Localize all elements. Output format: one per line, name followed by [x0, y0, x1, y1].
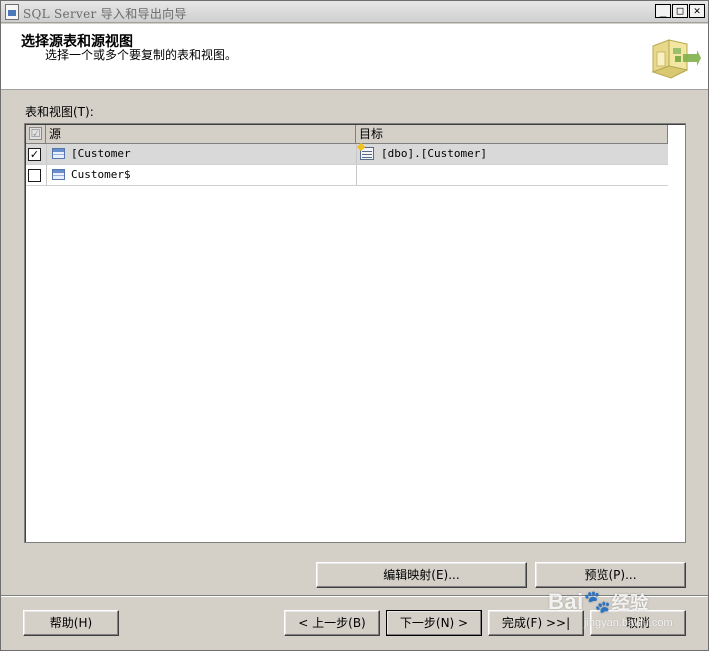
target-name: [dbo].[Customer] — [381, 147, 487, 160]
preview-button[interactable]: 预览(P)... — [535, 562, 686, 588]
source-name: [Customer — [71, 147, 131, 160]
target-cell[interactable] — [356, 165, 668, 185]
column-header-source[interactable]: 源 — [46, 125, 356, 143]
next-button[interactable]: 下一步(N) > — [386, 610, 482, 636]
close-button[interactable]: ✕ — [689, 4, 705, 18]
source-cell[interactable]: [Customer — [46, 144, 356, 164]
baidu-watermark-logo: Bai🐾经验 — [548, 589, 649, 615]
paw-icon: 🐾 — [583, 589, 612, 614]
new-table-icon — [360, 147, 374, 160]
watermark-url: jingyan.baidu.com — [584, 617, 673, 629]
watermark-brand: Bai — [548, 589, 584, 614]
select-all-checkbox[interactable]: ☑ — [29, 127, 42, 140]
page-subtitle: 选择一个或多个要复制的表和视图。 — [45, 48, 238, 62]
tables-views-label: 表和视图(T): — [25, 105, 94, 119]
row-checkbox[interactable] — [28, 169, 41, 182]
grid-header: ☑ 源 目标 — [26, 125, 668, 144]
minimize-button[interactable]: _ — [655, 4, 671, 18]
title-bar[interactable]: SQL Server 导入和导出向导 _ □ ✕ — [1, 1, 708, 23]
window-title: SQL Server 导入和导出向导 — [23, 7, 187, 21]
edit-mappings-button[interactable]: 编辑映射(E)... — [316, 562, 527, 588]
row-checkbox[interactable]: ✓ — [28, 148, 41, 161]
table-icon — [52, 148, 65, 159]
tables-grid[interactable]: ☑ 源 目标 ✓ [Customer [dbo].[Customer] Cust… — [24, 123, 686, 543]
header-check-cell[interactable]: ☑ — [26, 125, 46, 143]
wizard-window: SQL Server 导入和导出向导 _ □ ✕ 选择源表和源视图 选择一个或多… — [0, 0, 709, 651]
table-row[interactable]: ✓ [Customer [dbo].[Customer] — [26, 144, 668, 165]
source-name: Customer$ — [71, 168, 131, 181]
wizard-export-icon — [647, 32, 701, 86]
target-cell[interactable]: [dbo].[Customer] — [356, 144, 668, 164]
watermark-brand-cn: 经验 — [611, 593, 649, 614]
app-icon — [5, 4, 19, 20]
maximize-button[interactable]: □ — [672, 4, 688, 18]
help-button[interactable]: 帮助(H) — [23, 610, 119, 636]
column-header-target[interactable]: 目标 — [356, 125, 668, 143]
table-row[interactable]: Customer$ — [26, 165, 668, 186]
back-button[interactable]: < 上一步(B) — [284, 610, 380, 636]
wizard-header: 选择源表和源视图 选择一个或多个要复制的表和视图。 — [1, 24, 708, 90]
table-icon — [52, 169, 65, 180]
source-cell[interactable]: Customer$ — [46, 165, 356, 185]
